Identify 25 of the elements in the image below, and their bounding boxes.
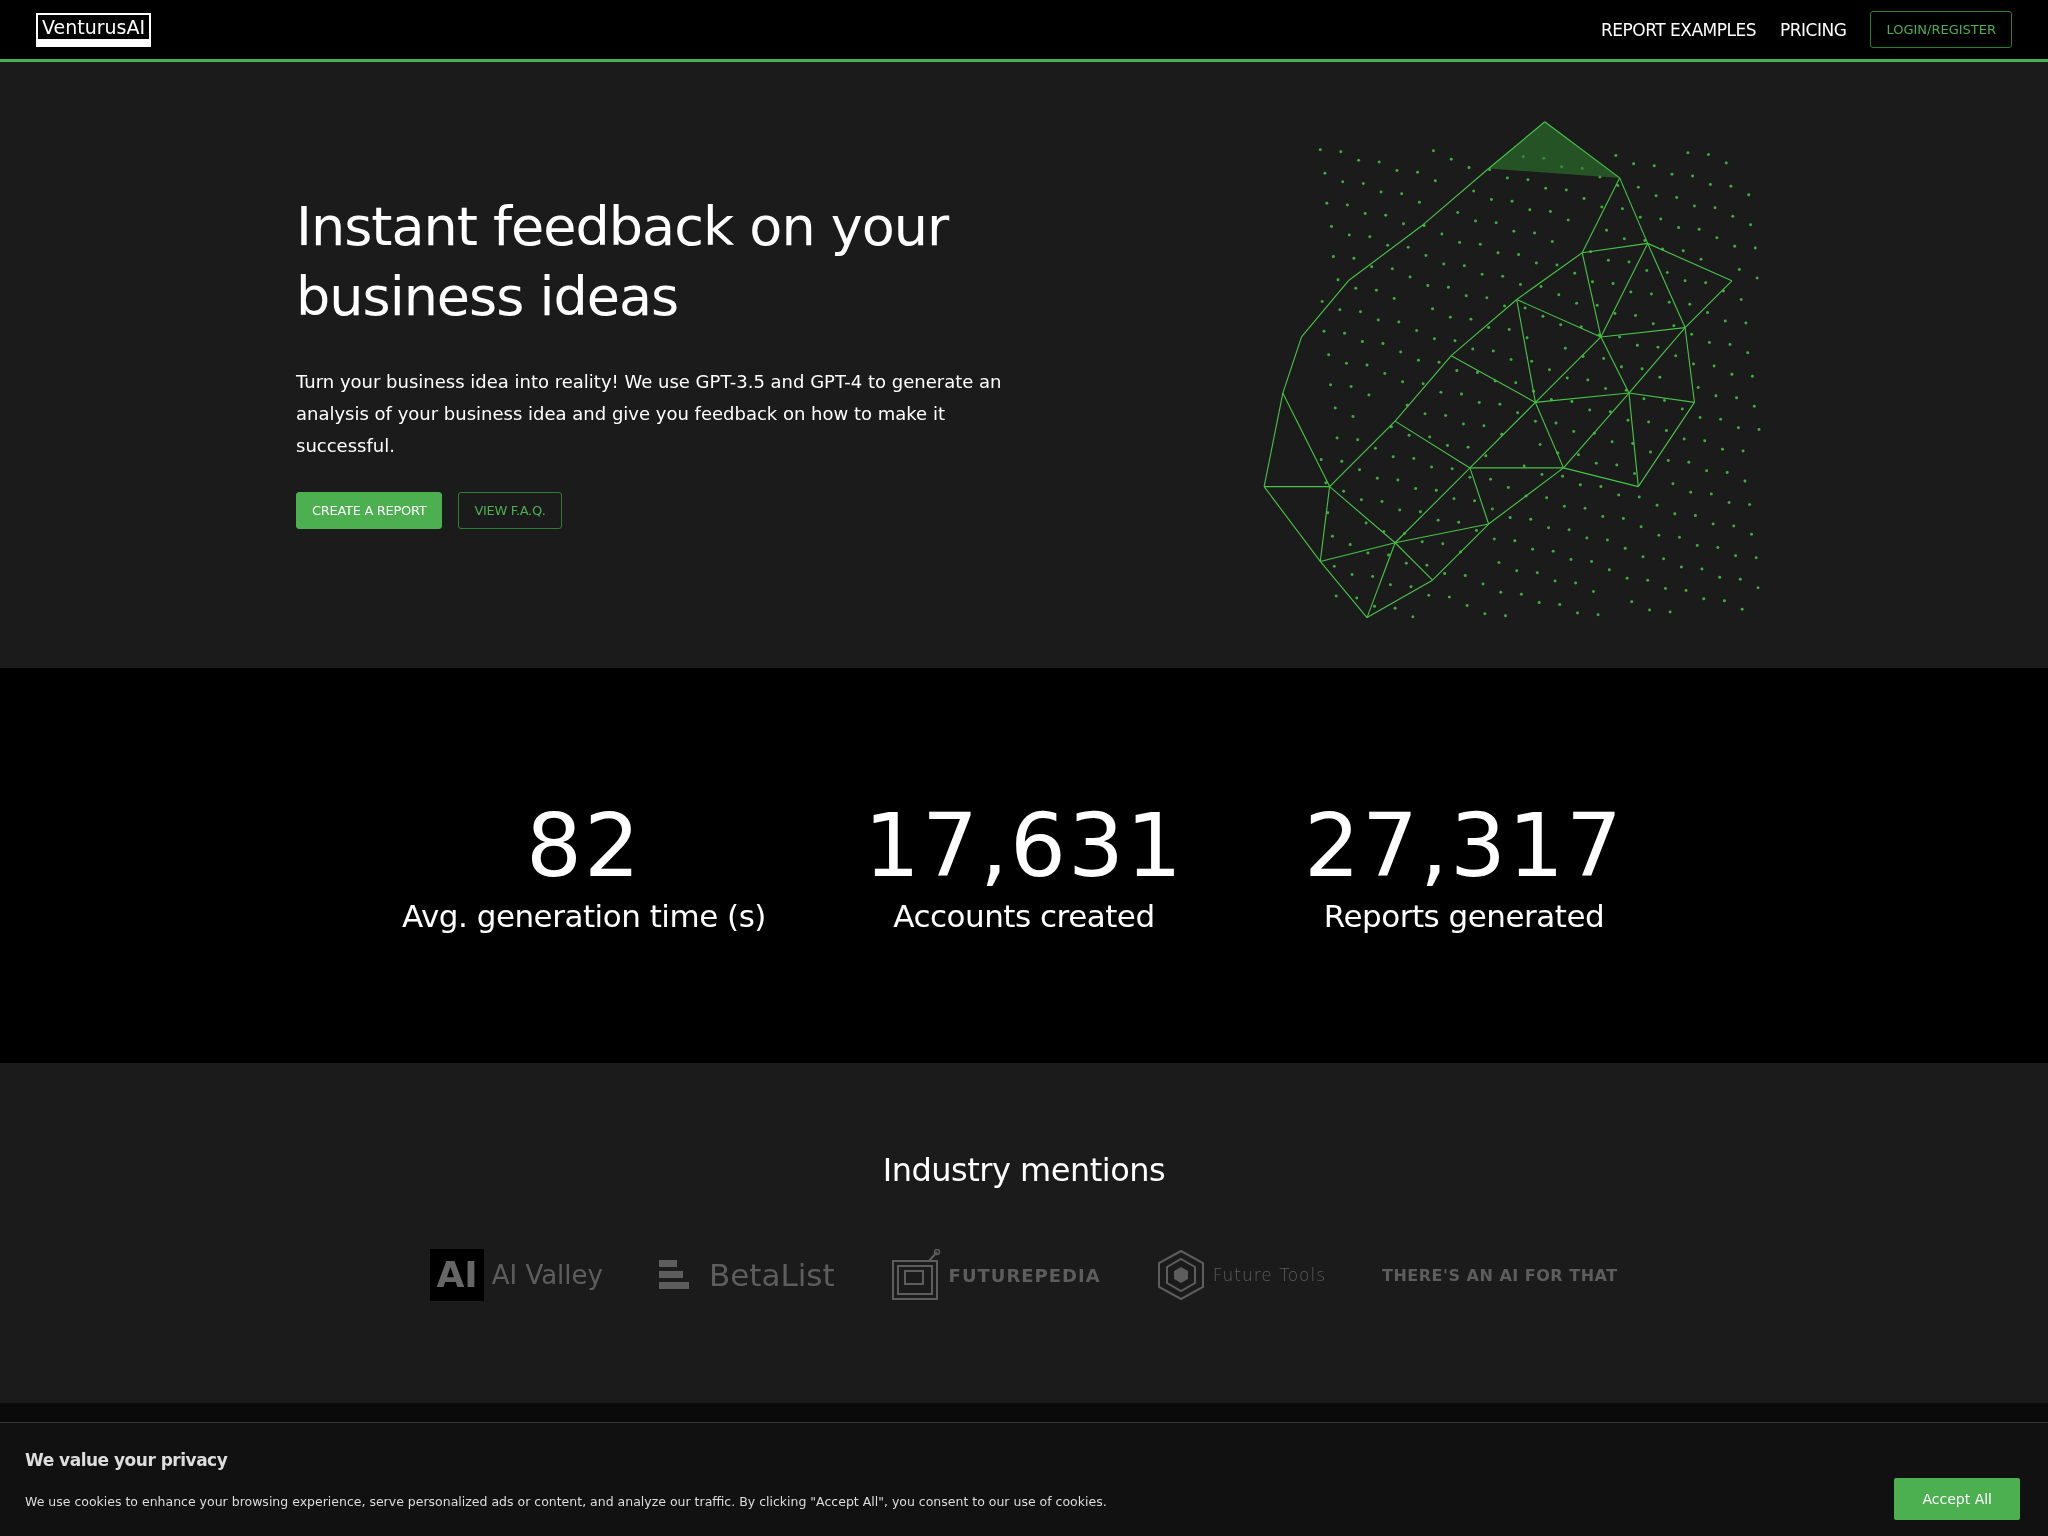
stat-label: Reports generated (1323, 896, 1605, 936)
bars-icon (658, 1260, 691, 1290)
logo-text: BetaList (708, 1257, 835, 1293)
cookie-text: We use cookies to enhance your browsing experience, serve personalized ads or content, and analyze our traffic. By clicking "Accept All", you consent to our use of cookies. (25, 1494, 1107, 1509)
logo-text: AI Valley (491, 1260, 603, 1290)
logo-mark: AI (430, 1249, 484, 1301)
stat-label: Avg. generation time (s) (402, 896, 766, 936)
login-button[interactable]: LOGIN/REGISTER (1870, 11, 2012, 48)
site-logo[interactable]: VenturusAI (36, 12, 152, 47)
hero-description: Turn your business idea into reality! We use GPT-3.5 and GPT-4 to generate an analysis of your business idea and give you feedback on how to make it successful. (296, 369, 1003, 458)
stat-label: Accounts created (893, 896, 1155, 936)
hero-title: Instant feedback on your business ideas (296, 193, 951, 330)
nav-link[interactable]: REPORT EXAMPLES (1601, 19, 1756, 40)
nav-link[interactable]: PRICING (1780, 19, 1847, 40)
stat-value: 27,317 (1304, 795, 1624, 896)
stat-value: 17,631 (864, 795, 1184, 896)
faq-button[interactable]: VIEW F.A.Q. (458, 491, 562, 529)
hexagon-icon (1156, 1249, 1205, 1301)
logo-text: THERE'S AN AI FOR THAT (1382, 1265, 1618, 1285)
cookie-title: We value your privacy (25, 1450, 229, 1470)
section-title: Industry mentions (882, 1151, 1166, 1189)
logo-text: Future Tools (1212, 1265, 1327, 1285)
stat-value: 82 (526, 795, 642, 896)
frame-icon (890, 1249, 941, 1301)
logo-text: FUTUREPEDIA (948, 1264, 1101, 1286)
